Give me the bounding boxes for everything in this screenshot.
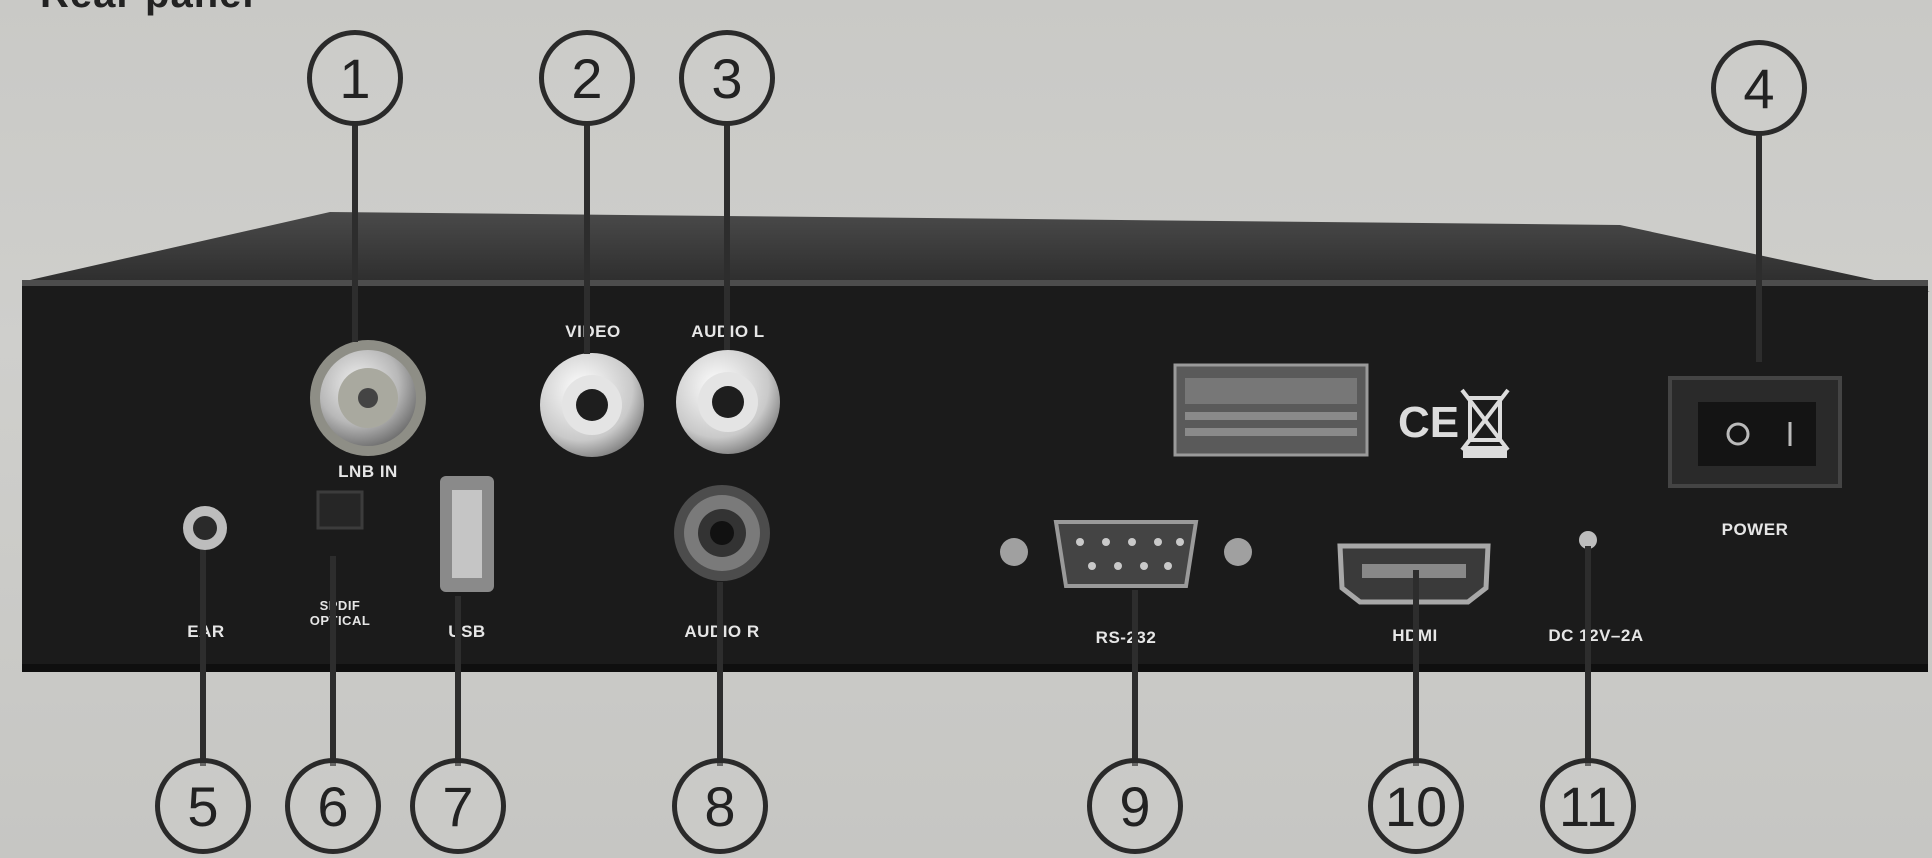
ear-jack	[183, 506, 227, 550]
audio-l-rca-jack	[676, 350, 780, 454]
usb-port	[440, 476, 494, 592]
callout-9: 9	[1087, 758, 1183, 854]
leader-4	[1756, 132, 1762, 362]
receiver-rear-panel: CE	[22, 212, 1930, 672]
leader-2	[584, 122, 590, 354]
label-spdif-line1: SPDIF	[319, 598, 361, 613]
callout-8: 8	[672, 758, 768, 854]
callout-10: 10	[1368, 758, 1464, 854]
leader-11	[1585, 546, 1591, 766]
spdif-optical-port	[316, 490, 364, 530]
certification-sticker	[1173, 363, 1369, 457]
callout-3: 3	[679, 30, 775, 126]
audio-r-rca-jack	[674, 485, 770, 581]
label-lnb-in: LNB IN	[338, 462, 398, 481]
label-spdif: SPDIF OPTICAL	[290, 598, 390, 628]
label-rs232: RS-232	[1095, 628, 1157, 647]
leader-5	[200, 550, 206, 766]
leader-10	[1413, 570, 1419, 766]
leader-6	[330, 556, 336, 766]
video-rca-jack	[540, 353, 644, 457]
label-video: VIDEO	[565, 322, 621, 341]
callout-2: 2	[539, 30, 635, 126]
power-rocker-switch	[1668, 376, 1842, 488]
callout-5: 5	[155, 758, 251, 854]
leader-3	[724, 122, 730, 350]
callout-4: 4	[1711, 40, 1807, 136]
leader-9	[1132, 590, 1138, 766]
callout-7: 7	[410, 758, 506, 854]
leader-7	[455, 596, 461, 766]
label-spdif-line2: OPTICAL	[309, 613, 371, 628]
leader-1	[352, 122, 358, 342]
ce-mark: CE	[1398, 398, 1459, 447]
label-usb: USB	[448, 622, 486, 641]
callout-6: 6	[285, 758, 381, 854]
weee-bin-icon	[1460, 388, 1510, 458]
callout-11: 11	[1540, 758, 1636, 854]
leader-8	[717, 582, 723, 766]
label-dc: DC 12V–2A	[1548, 626, 1644, 645]
label-power: POWER	[1721, 520, 1789, 539]
callout-1: 1	[307, 30, 403, 126]
lnb-in-connector	[310, 340, 426, 456]
label-ear: EAR	[187, 622, 225, 641]
